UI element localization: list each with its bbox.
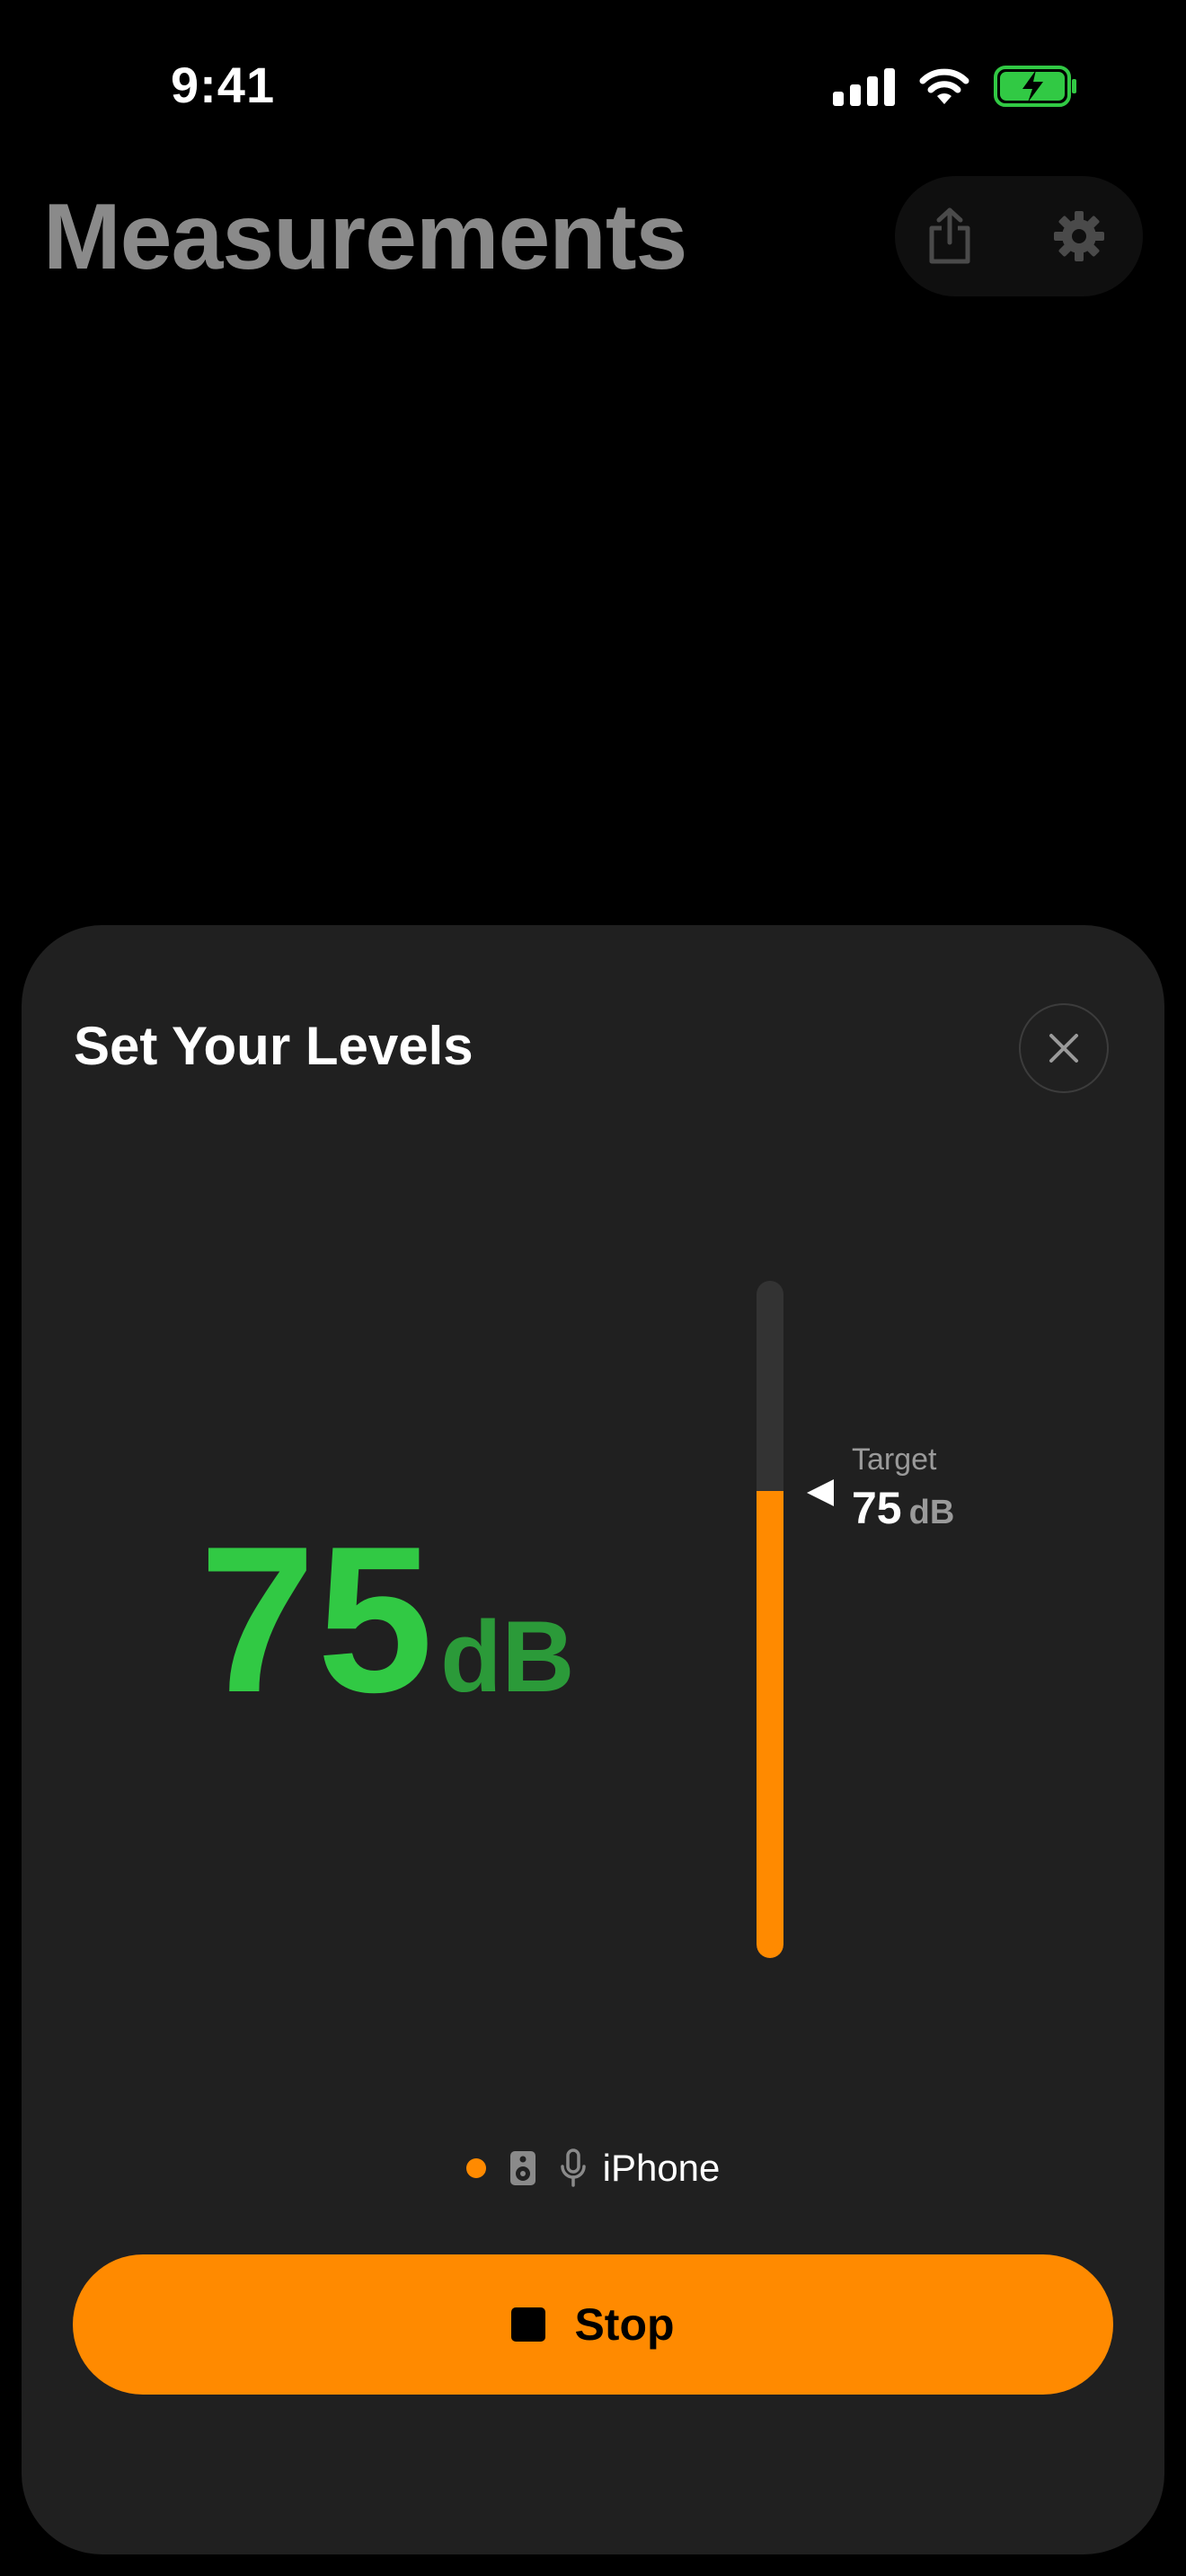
microphone-icon [560,2148,586,2187]
gear-icon [1054,211,1104,261]
level-meter-fill [757,1490,783,1958]
target-label: Target [852,1442,937,1477]
speaker-icon [509,2151,535,2185]
level-unit: dB [440,1601,575,1713]
stop-button-label: Stop [574,2299,675,2350]
level-readout: 75 dB [199,1516,574,1725]
target-value: 75 [852,1483,902,1533]
level-meter [757,1281,783,1958]
share-button[interactable] [909,196,990,277]
page-title: Measurements [43,185,687,289]
settings-button[interactable] [1039,196,1120,277]
target-unit: dB [908,1494,955,1531]
status-bar: 9:41 [0,0,1186,171]
status-dot-icon [465,2158,486,2178]
stop-button[interactable]: Stop [73,2254,1113,2395]
header-actions [895,176,1143,296]
sheet-title: Set Your Levels [74,1016,474,1076]
share-icon [929,207,970,264]
status-icons [833,63,1078,110]
cellular-signal-icon [833,66,895,106]
target-marker-icon [807,1479,834,1506]
close-icon [1049,1034,1078,1063]
device-name: iPhone [602,2147,721,2189]
status-time: 9:41 [171,57,276,113]
battery-charging-icon [994,66,1076,107]
set-levels-sheet: Set Your Levels 75 dB Target 75 dB iPhon… [22,925,1164,2554]
stop-icon [511,2307,546,2342]
close-button[interactable] [1019,1003,1109,1093]
target-value-row: 75 dB [852,1482,954,1534]
wifi-icon [919,68,969,104]
input-device-row: iPhone [22,2143,1164,2193]
level-value: 75 [199,1504,436,1736]
